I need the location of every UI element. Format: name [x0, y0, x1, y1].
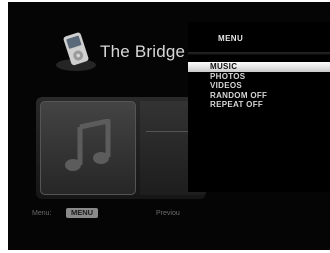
menu-title: MENU [218, 34, 244, 43]
ipod-icon [52, 32, 98, 72]
menu-item-random[interactable]: RANDOM OFF [188, 91, 330, 101]
bridge-screen: The Bridge Menu: MENU Previou MENU MUSIC… [8, 2, 330, 250]
menu-item-music[interactable]: MUSIC [188, 62, 330, 72]
menu-overlay: MENU MUSIC PHOTOS VIDEOS RANDOM OFF REPE… [188, 22, 330, 192]
menu-item-photos[interactable]: PHOTOS [188, 72, 330, 82]
menu-item-videos[interactable]: VIDEOS [188, 81, 330, 91]
menu-list: MUSIC PHOTOS VIDEOS RANDOM OFF REPEAT OF… [188, 62, 330, 110]
menu-hint-label: Menu: [32, 210, 52, 217]
menu-divider [188, 52, 330, 55]
music-note-icon [65, 119, 111, 171]
previous-hint-label: Previou [156, 210, 180, 217]
app-title: The Bridge [100, 42, 186, 61]
music-tile[interactable] [40, 101, 136, 195]
menu-item-repeat[interactable]: REPEAT OFF [188, 100, 330, 110]
menu-hint-button[interactable]: MENU [66, 208, 99, 218]
